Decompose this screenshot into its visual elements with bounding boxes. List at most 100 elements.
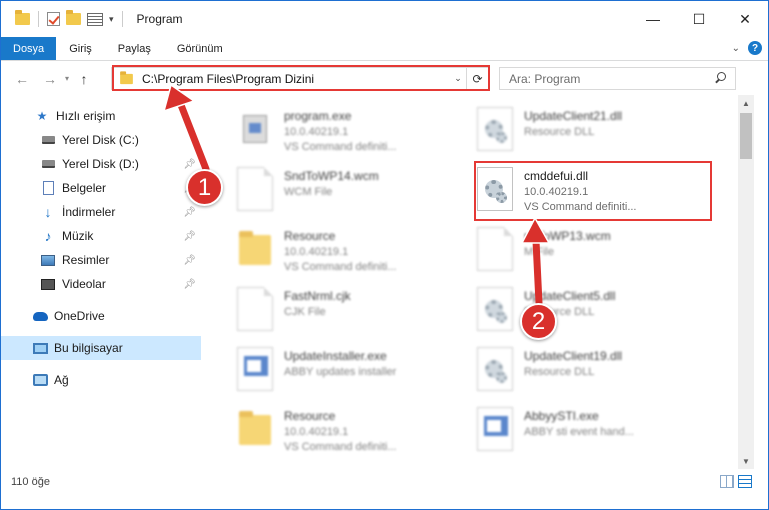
close-button[interactable]: ✕ [722,1,768,37]
sidebar-item-onedrive[interactable]: OneDrive [1,304,201,328]
tab-paylas[interactable]: Paylaş [105,37,164,60]
ribbon-tabs: Dosya Giriş Paylaş Görünüm ⌄ ? [1,37,768,61]
forward-button[interactable]: → [39,68,61,90]
onedrive-icon [32,308,48,324]
vertical-scrollbar[interactable]: ▲ ▼ [738,95,754,469]
pin-icon[interactable]: 📌︎ [183,159,196,170]
file-item-updateclient19[interactable]: UpdateClient19.dll Resource DLL [454,345,694,403]
scroll-up-icon[interactable]: ▲ [738,95,754,111]
sidebar-item-label: Hızlı erişim [56,109,116,123]
new-folder-icon[interactable] [66,10,81,25]
sidebar-item-pictures[interactable]: Resimler 📌︎ [1,248,201,272]
address-path[interactable]: C:\Program Files\Program Dizini [142,72,450,86]
maximize-button[interactable]: ☐ [676,1,722,37]
scroll-thumb[interactable] [740,113,752,159]
expand-ribbon-icon[interactable]: ⌄ [732,43,740,54]
recent-locations-button[interactable]: ▾ [61,68,73,90]
file-list: program.exe 10.0.40219.1 VS Command defi… [204,101,738,461]
help-icon[interactable]: ? [748,41,762,55]
pin-icon[interactable]: 📌︎ [183,207,196,218]
file-name: UpdateClient21.dll [524,109,623,123]
file-name: ndToWP13.wcm [524,229,611,243]
search-input[interactable]: Ara: Program [509,72,711,86]
file-description: VS Command definiti... [284,441,397,453]
file-name: UpdateClient5.dll [524,289,616,303]
file-version: 10.0.40219.1 [284,246,349,258]
file-item-sndtowp13[interactable]: ndToWP13.wcm M File [454,225,694,283]
video-icon [40,276,56,292]
file-item-updateinstaller[interactable]: UpdateInstaller.exe ABBY updates install… [214,345,454,403]
sidebar-item-videos[interactable]: Videolar 📌︎ [1,272,201,296]
sidebar-item-label: İndirmeler [62,205,116,219]
tab-giris[interactable]: Giriş [56,37,105,60]
file-item-program-exe[interactable]: program.exe 10.0.40219.1 VS Command defi… [214,105,454,163]
sidebar-item-local-disk-d[interactable]: Yerel Disk (D:) 📌︎ [1,152,201,176]
customize-toolbar-icon[interactable]: ▾ [109,14,114,25]
large-icons-view-icon[interactable] [738,475,752,488]
ribbon-right-controls: ⌄ ? [732,41,762,55]
minimize-button[interactable]: — [630,1,676,37]
folder-icon [237,227,273,271]
sidebar-item-this-pc[interactable]: Bu bilgisayar [1,336,201,360]
title-bar: ▾ Program — ☐ ✕ [1,1,768,37]
sidebar-item-music[interactable]: ♪ Müzik 📌︎ [1,224,201,248]
navigation-bar: ← → ▾ ↑ C:\Program Files\Program Dizini … [1,62,768,95]
up-button[interactable]: ↑ [73,68,95,90]
tab-dosya[interactable]: Dosya [1,37,57,60]
sidebar-item-local-disk-c[interactable]: Yerel Disk (C:) [1,128,201,152]
address-folder-icon [120,70,133,84]
file-item-abbyysti[interactable]: AbbyySTI.exe ABBY sti event hand... [454,405,694,461]
properties-check-icon[interactable] [47,12,60,26]
file-item-fastnrml[interactable]: FastNrml.cjk CJK File [214,285,454,343]
sidebar-item-downloads[interactable]: ↓ İndirmeler 📌︎ [1,200,201,224]
status-bar: 110 öğe [1,471,768,493]
sidebar-item-label: Yerel Disk (D:) [62,157,139,171]
pin-icon[interactable]: 📌︎ [183,255,196,266]
view-properties-icon[interactable] [87,12,103,26]
file-item-cmddefui-dll[interactable]: cmddefui.dll 10.0.40219.1 VS Command def… [454,165,694,223]
sidebar-item-network[interactable]: Ağ [1,368,201,392]
folder-icon[interactable] [15,10,30,25]
file-description: VS Command definiti... [524,201,637,213]
refresh-icon[interactable]: ⟳ [466,68,488,89]
search-box[interactable]: Ara: Program [499,67,736,90]
file-name: UpdateInstaller.exe [284,349,387,363]
file-version: 10.0.40219.1 [284,426,349,438]
dll-gear-icon [477,107,513,151]
window-bottom-edge [1,493,768,509]
file-description: ABBY sti event hand... [524,426,634,438]
file-name: UpdateClient19.dll [524,349,623,363]
pin-icon[interactable]: 📌︎ [183,279,196,290]
back-button[interactable]: ← [11,68,33,90]
tab-gorunum[interactable]: Görünüm [164,37,236,60]
scroll-down-icon[interactable]: ▼ [738,453,754,469]
search-icon[interactable] [711,70,729,88]
address-dropdown-icon[interactable]: ⌄ [450,73,466,84]
sidebar-item-label: Ağ [54,373,69,387]
sidebar-item-label: Bu bilgisayar [54,341,123,355]
file-name: SndToWP14.wcm [284,169,379,183]
file-description: VS Command definiti... [284,261,397,273]
file-item-updateclient5[interactable]: UpdateClient5.dll Resource DLL [454,285,694,343]
pin-icon[interactable]: 📌︎ [183,231,196,242]
music-icon: ♪ [44,228,52,244]
file-item-resource-folder-2[interactable]: Resource 10.0.40219.1 VS Command definit… [214,405,454,461]
document-file-icon [237,287,273,331]
file-item-sndtowp14[interactable]: SndToWP14.wcm WCM File [214,165,454,223]
window-controls: — ☐ ✕ [630,1,768,37]
address-bar[interactable]: C:\Program Files\Program Dizini ⌄ ⟳ [111,67,489,90]
sidebar-item-documents[interactable]: Belgeler 📌︎ [1,176,201,200]
file-item-updateclient21[interactable]: UpdateClient21.dll Resource DLL [454,105,694,163]
callout-step-1: 1 [186,169,223,206]
details-view-icon[interactable] [720,475,734,488]
file-type: Resource DLL [524,366,595,378]
window-title: Program [136,12,183,26]
sidebar-item-label: OneDrive [54,309,105,323]
sidebar-item-label: Resimler [62,253,110,267]
file-item-resource-folder[interactable]: Resource 10.0.40219.1 VS Command definit… [214,225,454,283]
file-type: Resource DLL [524,126,595,138]
file-name: FastNrml.cjk [284,289,351,303]
folder-icon [237,407,273,451]
file-name: cmddefui.dll [524,169,589,183]
sidebar-item-quick-access[interactable]: ★ Hızlı erişim [1,104,201,128]
